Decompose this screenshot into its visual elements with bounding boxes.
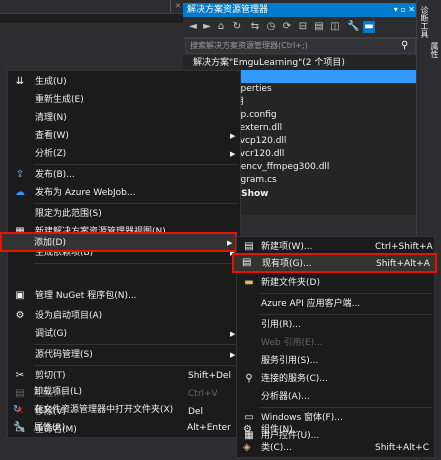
separator	[259, 407, 432, 408]
menu-item-clean[interactable]: 清理(N)	[8, 109, 240, 127]
properties-tab[interactable]: 属性	[429, 42, 440, 58]
chevron-right-icon: ▶	[230, 351, 236, 359]
separator	[34, 263, 238, 264]
refresh-icon: ↻	[13, 404, 22, 415]
collapse-all-icon[interactable]: ⊟	[297, 21, 309, 33]
properties-icon[interactable]: 🔧	[347, 21, 359, 33]
build-icon: ⇊	[15, 76, 25, 87]
history-icon[interactable]: ◷	[265, 21, 277, 33]
menu-item-nuget[interactable]: ▣ 管理 NuGet 程序包(N)...	[8, 287, 240, 305]
submenu-item-azure-api[interactable]: Azure API 应用客户端...	[237, 295, 434, 313]
menu-item-add[interactable]: 添加(D) ▶	[0, 232, 237, 252]
class-icon: ◈	[243, 442, 251, 453]
publish-icon: ⇪	[15, 169, 25, 180]
new-item-icon: ▤	[244, 241, 254, 252]
tree-item-solution[interactable]: 解决方案"EmguLearning"(2 个项目)	[183, 57, 416, 70]
menu-item-set-startup[interactable]: ⚙ 设为启动项目(A)	[8, 307, 240, 325]
nuget-icon: ▣	[15, 290, 25, 301]
separator	[34, 344, 238, 345]
sync-icon[interactable]: ↻	[231, 21, 243, 33]
menu-item-publish[interactable]: ⇪ 发布(B)...	[8, 166, 240, 184]
menu-item-source-control[interactable]: 源代码管理(S) ▶	[8, 346, 240, 364]
folder-icon: ▬	[244, 277, 254, 288]
connected-service-icon: ⚲	[245, 373, 253, 384]
editor-area	[0, 13, 183, 23]
menu-item-view[interactable]: 查看(W) ▶	[8, 127, 240, 145]
diagnostic-tools-tab[interactable]: 诊断工具	[419, 6, 430, 38]
panel-window-icons[interactable]: ▾ ▫ ✕	[394, 3, 415, 17]
forward-icon[interactable]: ►	[201, 21, 213, 33]
menu-item-rebuild[interactable]: 重新生成(E)	[8, 91, 240, 109]
solution-explorer-title: 解决方案资源管理器	[183, 3, 416, 17]
separator	[34, 164, 238, 165]
menu-item-publish-azure[interactable]: ☁ 发布为 Azure WebJob...	[8, 184, 240, 202]
pending-changes-icon[interactable]: ⇆	[249, 21, 261, 33]
submenu-item-class[interactable]: ◈ 类(C)... Shift+Alt+C	[237, 439, 434, 457]
home-icon[interactable]: ⌂	[215, 21, 227, 33]
menu-item-open-folder[interactable]: ↻ 在文件资源管理器中打开文件夹(X)	[7, 401, 235, 419]
submenu-item-component[interactable]: ⚙ 组件(N)...	[237, 421, 434, 439]
submenu-item-existing-item[interactable]: ▤ 现有项(G)... Shift+Alt+A	[232, 253, 437, 273]
editor-tab-strip	[0, 0, 183, 13]
solution-explorer-toolbar: ◄ ► ⌂ ↻ ⇆ ◷ ⟳ ⊟ ▤ ◫ 🔧 ▬	[183, 17, 416, 38]
refresh-icon[interactable]: ⟳	[281, 21, 293, 33]
submenu-item-analyzer[interactable]: 分析器(A)...	[237, 388, 434, 406]
separator	[259, 293, 432, 294]
azure-icon: ☁	[15, 187, 25, 198]
submenu-item-reference[interactable]: 引用(R)...	[237, 316, 434, 334]
component-icon: ⚙	[243, 424, 252, 435]
gear-icon: ⚙	[15, 310, 25, 321]
existing-item-icon: ▤	[242, 257, 252, 268]
divider	[170, 0, 171, 13]
menu-item-build[interactable]: ⇊ 生成(U)	[8, 73, 240, 91]
solution-search-input[interactable]: 搜索解决方案资源管理器(Ctrl+;)	[185, 38, 416, 54]
view-code-icon[interactable]: ◫	[329, 21, 341, 33]
menu-item-unload[interactable]: 卸载项目(L)	[7, 383, 235, 401]
cut-icon: ✂	[15, 370, 25, 381]
search-icon[interactable]: ⚲	[401, 40, 413, 52]
wrench-icon: 🔧	[13, 422, 26, 433]
submenu-item-web-reference: Web 引用(E)...	[261, 338, 323, 348]
submenu-item-service-reference[interactable]: 服务引用(S)...	[237, 352, 434, 370]
close-icon[interactable]: ✕	[175, 2, 181, 10]
menu-item-scope[interactable]: 限定为此范围(S)	[8, 205, 240, 223]
menu-item-analyze[interactable]: 分析(Z) ▶	[8, 145, 240, 163]
chevron-right-icon: ▶	[230, 150, 236, 158]
chevron-right-icon: ▶	[230, 330, 236, 338]
chevron-right-icon: ▶	[230, 132, 236, 140]
chevron-right-icon: ▶	[227, 239, 233, 247]
menu-item-properties[interactable]: 🔧 属性(R) Alt+Enter	[7, 419, 235, 437]
separator	[34, 203, 238, 204]
preview-icon[interactable]: ▬	[363, 21, 375, 33]
show-all-files-icon[interactable]: ▤	[313, 21, 325, 33]
separator	[34, 365, 238, 366]
separator	[259, 314, 432, 315]
menu-item-debug[interactable]: 调试(G) ▶	[8, 325, 240, 343]
submenu-item-new-folder[interactable]: ▬ 新建文件夹(D)	[237, 274, 434, 292]
submenu-item-connected-service[interactable]: ⚲ 连接的服务(C)...	[237, 370, 434, 388]
back-icon[interactable]: ◄	[187, 21, 199, 33]
